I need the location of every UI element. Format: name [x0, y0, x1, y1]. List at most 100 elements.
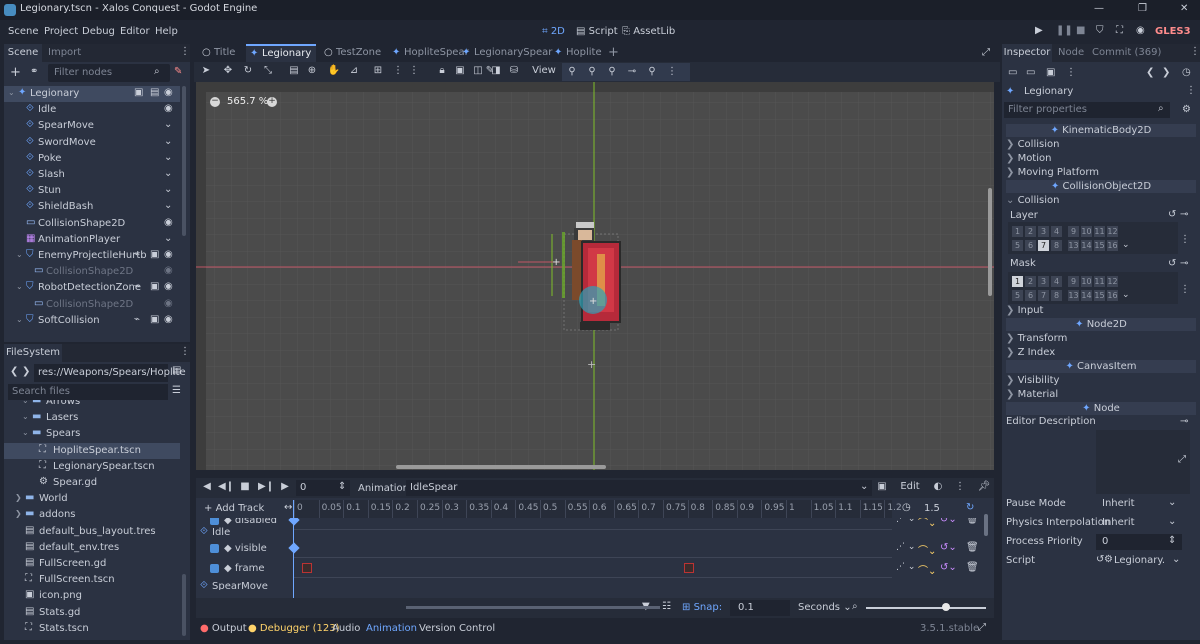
renderer-label[interactable]: GLES3	[1155, 26, 1191, 37]
back-icon[interactable]: ❮	[10, 366, 18, 377]
play-scene-icon[interactable]: ⛉	[1096, 25, 1104, 36]
property-value[interactable]: Inherit ⌄	[1096, 496, 1182, 512]
scene-node[interactable]: ⟐ Stun ⌄	[4, 183, 180, 199]
loop-wrap-icon[interactable]: ↺⌄	[940, 518, 957, 525]
layer-cell[interactable]: 3	[1038, 276, 1049, 287]
scene-scrollbar[interactable]	[182, 86, 186, 236]
pivot-icon[interactable]: ⊕	[304, 62, 320, 80]
object-selector[interactable]: ✦ Legionary ⋮	[1006, 84, 1196, 100]
layer-cell[interactable]: 14	[1081, 240, 1092, 251]
tab-scene[interactable]: Scene	[4, 44, 42, 62]
layer-cell[interactable]: 4	[1051, 276, 1062, 287]
layer-cell[interactable]: 13	[1068, 240, 1079, 251]
loop-wrap-icon[interactable]: ↺⌄	[940, 542, 957, 553]
script-attached-icon[interactable]: ▣	[134, 87, 143, 98]
play-forward-icon[interactable]: ▶❙	[258, 478, 274, 496]
class-header[interactable]: ✦ Node2D	[1006, 318, 1196, 331]
loop-icon[interactable]: ↻	[966, 502, 974, 513]
scene-node[interactable]: ⟐ Slash ⌄	[4, 167, 180, 183]
file-item[interactable]: ▤ default_env.tres	[4, 540, 180, 556]
file-item[interactable]: ⛶ HopliteSpear.tscn	[4, 442, 180, 459]
play-backwards-icon[interactable]: ◀❙	[218, 478, 234, 496]
property-group[interactable]: ❯ Collision	[1006, 138, 1196, 151]
resize-icon[interactable]: ↔	[284, 502, 292, 513]
track-node-row[interactable]: ⟐ Idle	[196, 526, 986, 540]
chevron-down-icon[interactable]: ⌄	[1122, 240, 1130, 250]
editor-description-field[interactable]: ⤢	[1096, 430, 1190, 494]
tab-legionaryspear[interactable]: ✦ LegionarySpear	[458, 44, 552, 62]
expand-bottom-icon[interactable]: ⤢	[978, 622, 986, 633]
keyframe[interactable]	[288, 518, 300, 526]
move-tool-icon[interactable]: ✥	[220, 62, 236, 80]
mask-menu-icon[interactable]: ⋮	[1180, 284, 1190, 295]
zoom-level[interactable]: 565.7 %	[227, 96, 268, 107]
layer-revert-icon[interactable]: ↺	[1168, 209, 1176, 220]
viewport-v-scrollbar[interactable]	[988, 188, 992, 296]
save-resource-icon[interactable]: ▣	[1046, 67, 1055, 78]
interpolation-icon[interactable]: ⋰ ⌄	[896, 562, 915, 572]
workspace-2d-button[interactable]: ⌗ 2D	[542, 26, 565, 37]
snap-field[interactable]: 0.1	[730, 600, 790, 616]
property-value[interactable]: Inherit ⌄	[1096, 515, 1182, 531]
audio-tab[interactable]: Audio	[332, 623, 360, 634]
bezier-icon[interactable]: ☷	[662, 601, 671, 612]
key-menu-icon[interactable]: ⋮	[664, 63, 680, 81]
scene-node[interactable]: ▭ CollisionShape2D ◉	[4, 216, 180, 232]
chevron-down-icon[interactable]: ⌄	[1122, 290, 1130, 300]
snap-label[interactable]: ⊞ Snap:	[682, 602, 722, 613]
visibility-icon[interactable]: ◉	[164, 103, 173, 114]
forward-icon[interactable]: ❯	[22, 366, 30, 377]
rotate-tool-icon[interactable]: ↻	[240, 62, 256, 80]
visibility-icon[interactable]: ⌄	[164, 152, 172, 163]
distraction-free-icon[interactable]: ⤢	[982, 47, 990, 58]
sort-icon[interactable]: ☰	[172, 385, 181, 396]
lock-icon[interactable]: ▤	[150, 87, 159, 98]
play-backwards-start-icon[interactable]: ◀	[200, 478, 214, 496]
property-group[interactable]: ❯ Transform	[1006, 332, 1196, 345]
property-group[interactable]: ⌄ Collision	[1006, 194, 1196, 207]
layer-cell[interactable]: 9	[1068, 226, 1079, 237]
layer-cell[interactable]: 1	[1012, 276, 1023, 287]
tab-inspector[interactable]: Inspector	[1002, 44, 1052, 62]
layer-cell[interactable]: 7	[1038, 240, 1049, 251]
script-icon[interactable]: ✎	[174, 66, 182, 77]
interpolation-icon[interactable]: ⋰ ⌄	[896, 542, 915, 552]
snap-unit-select[interactable]: Seconds ⌄	[798, 602, 852, 613]
filter-properties-input[interactable]: Filter properties ⌕	[1004, 102, 1170, 118]
animation-tools-icon[interactable]: ▣	[874, 478, 890, 496]
layer-grid[interactable]: 1 2 3 4 9 10 11 12 5 6 7 8 13 14 15 16 ⌄	[1008, 222, 1178, 254]
scene-node[interactable]: ⌄ ✦ Legionary ◉ ▣ ▤	[4, 86, 180, 102]
version-control-tab[interactable]: Version Control	[419, 623, 495, 634]
layer-cell[interactable]: 12	[1107, 226, 1118, 237]
editor-description-icon[interactable]: ⊸	[1180, 416, 1188, 427]
dock-menu-icon[interactable]: ⋮	[180, 346, 190, 357]
menu-debug[interactable]: Debug	[82, 26, 115, 37]
scene-node[interactable]: ▦ AnimationPlayer ⌄	[4, 232, 180, 248]
visibility-icon[interactable]: ⌄	[164, 200, 172, 211]
key-loc-icon[interactable]: ⚲	[564, 63, 580, 81]
file-item[interactable]: ▤ Stats.gd	[4, 605, 180, 621]
layer-visibility-icon[interactable]: ⊸	[1180, 209, 1188, 220]
track-enabled-checkbox[interactable]	[210, 518, 219, 525]
list-select-icon[interactable]: ▤	[286, 62, 302, 80]
visibility-icon[interactable]: ⌄	[164, 184, 172, 195]
key-auto-icon[interactable]: ⚲	[644, 63, 660, 81]
scene-node[interactable]: ⌄ ⛉ RobotDetectionZone ◉ ⌁ ▣	[4, 280, 180, 296]
layer-cell[interactable]: 2	[1025, 276, 1036, 287]
delete-track-icon[interactable]: 🗑︎	[966, 518, 979, 525]
new-resource-icon[interactable]: ▭	[1008, 67, 1017, 78]
visibility-icon[interactable]: ◉	[164, 249, 173, 260]
layer-cell[interactable]: 15	[1094, 240, 1105, 251]
tab-commit[interactable]: Commit (369)	[1092, 47, 1161, 58]
timeline-h-scroll[interactable]	[406, 606, 660, 609]
file-item[interactable]: ⛶ LegionarySpear.tscn	[4, 459, 180, 475]
link-icon[interactable]: ⚭	[30, 66, 38, 77]
unlock-icon[interactable]: ▣	[452, 62, 468, 80]
scene-node[interactable]: ⟐ SpearMove ⌄	[4, 118, 180, 134]
time-field[interactable]: 0 ⇕	[296, 480, 350, 496]
delete-track-icon[interactable]: 🗑︎	[966, 562, 979, 573]
tab-node[interactable]: Node	[1058, 47, 1084, 58]
snap-toggle-icon[interactable]: ⊞	[370, 62, 386, 80]
scene-node[interactable]: ⌄ ⛉ EnemyProjectileHurtb ◉ ⌁ ▣	[4, 248, 180, 264]
keyframe[interactable]	[302, 563, 312, 573]
